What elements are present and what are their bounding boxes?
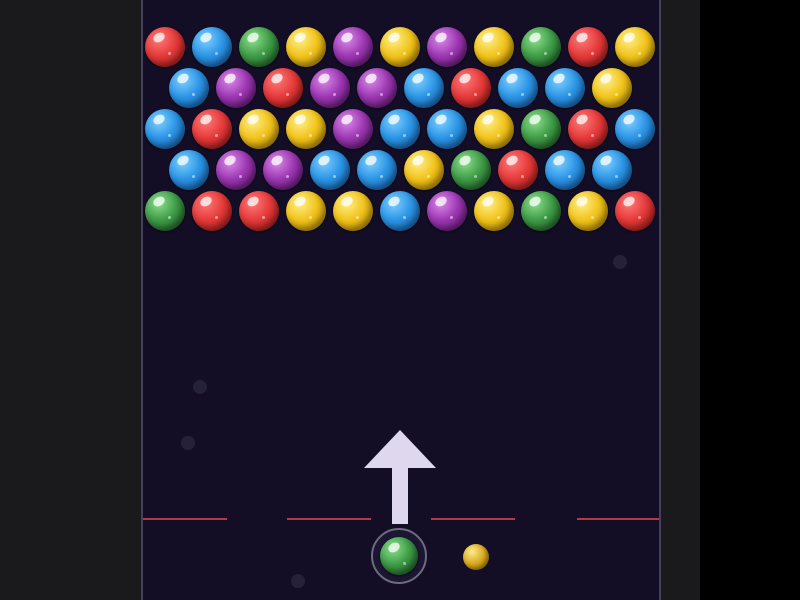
background-sparkle (181, 436, 195, 450)
red-bubble (263, 68, 303, 108)
yellow-bubble (474, 191, 514, 231)
purple-bubble (427, 191, 467, 231)
current-bubble[interactable] (380, 537, 418, 575)
background-sparkle (613, 255, 627, 269)
yellow-bubble (286, 191, 326, 231)
red-bubble (498, 150, 538, 190)
yellow-bubble (286, 27, 326, 67)
blue-bubble (592, 150, 632, 190)
yellow-bubble (568, 191, 608, 231)
green-bubble (521, 109, 561, 149)
red-bubble (145, 27, 185, 67)
purple-bubble (333, 27, 373, 67)
deadline-segment (577, 518, 659, 520)
far-right-margin (700, 0, 800, 600)
red-bubble (239, 191, 279, 231)
green-bubble (521, 27, 561, 67)
aim-arrow-shaft (392, 466, 408, 524)
deadline-segment (431, 518, 515, 520)
red-bubble (192, 191, 232, 231)
blue-bubble (498, 68, 538, 108)
aim-arrow-head (364, 430, 436, 468)
red-bubble (568, 27, 608, 67)
red-bubble (451, 68, 491, 108)
purple-bubble (263, 150, 303, 190)
yellow-bubble (615, 27, 655, 67)
blue-bubble (357, 150, 397, 190)
blue-bubble (192, 27, 232, 67)
blue-bubble (310, 150, 350, 190)
yellow-bubble (474, 27, 514, 67)
yellow-bubble (239, 109, 279, 149)
blue-bubble (404, 68, 444, 108)
purple-bubble (333, 109, 373, 149)
purple-bubble (216, 68, 256, 108)
background-sparkle (193, 380, 207, 394)
purple-bubble (357, 68, 397, 108)
background-sparkle (291, 574, 305, 588)
right-margin (661, 0, 700, 600)
blue-bubble (380, 109, 420, 149)
red-bubble (568, 109, 608, 149)
yellow-bubble (286, 109, 326, 149)
purple-bubble (427, 27, 467, 67)
blue-bubble (545, 150, 585, 190)
next-bubble[interactable] (463, 544, 489, 570)
purple-bubble (216, 150, 256, 190)
blue-bubble (145, 109, 185, 149)
blue-bubble (427, 109, 467, 149)
yellow-bubble (380, 27, 420, 67)
yellow-bubble (592, 68, 632, 108)
yellow-bubble (333, 191, 373, 231)
left-margin (0, 0, 141, 600)
blue-bubble (380, 191, 420, 231)
purple-bubble (310, 68, 350, 108)
green-bubble (521, 191, 561, 231)
deadline-segment (143, 518, 227, 520)
blue-bubble (615, 109, 655, 149)
blue-bubble (169, 150, 209, 190)
yellow-bubble (404, 150, 444, 190)
blue-bubble (169, 68, 209, 108)
yellow-bubble (474, 109, 514, 149)
red-bubble (192, 109, 232, 149)
red-bubble (615, 191, 655, 231)
green-bubble (239, 27, 279, 67)
blue-bubble (545, 68, 585, 108)
deadline-segment (287, 518, 371, 520)
green-bubble (451, 150, 491, 190)
green-bubble (145, 191, 185, 231)
